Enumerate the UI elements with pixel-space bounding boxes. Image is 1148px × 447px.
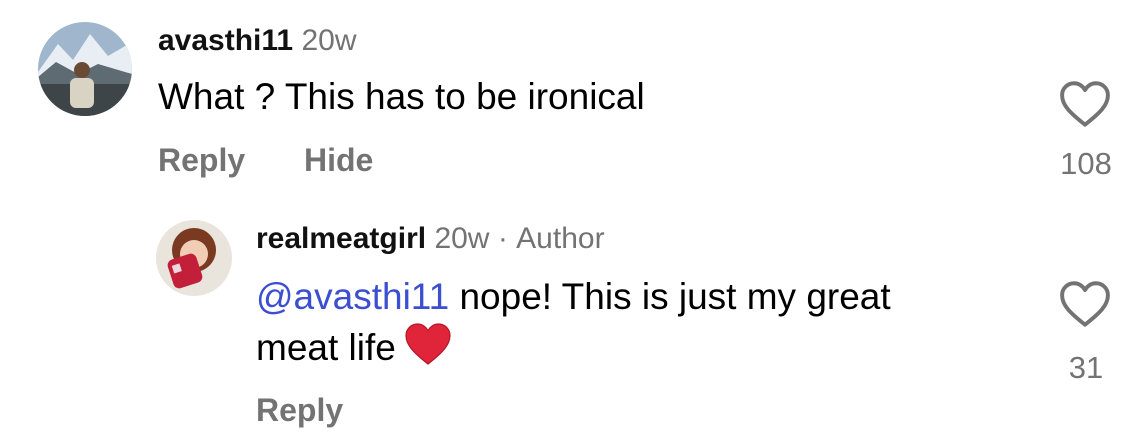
comment-text: What ? This has to be ironical <box>158 76 645 117</box>
comment-text-part: nope! This is just my great <box>449 276 891 317</box>
timestamp: 20w <box>301 24 357 57</box>
username-text[interactable]: realmeatgirl <box>256 222 426 255</box>
comment-thread: avasthi11 20w What ? This has to be iron… <box>0 0 1148 447</box>
heart-outline-icon[interactable] <box>1058 80 1112 133</box>
comment-text-line-1: @avasthi11 nope! This is just my great <box>256 272 891 322</box>
comment-text-part: meat life <box>256 327 396 368</box>
author-badge: Author <box>516 222 605 255</box>
reply-button[interactable]: Reply <box>256 392 343 429</box>
username-text[interactable]: avasthi11 <box>158 24 293 57</box>
red-heart-emoji <box>404 322 452 379</box>
separator-dot: · <box>497 222 508 255</box>
comment-text: @avasthi11 nope! This is just my great m… <box>256 272 891 379</box>
like-count: 108 <box>1060 146 1112 181</box>
avatar[interactable] <box>156 220 232 296</box>
heart-outline-icon[interactable] <box>1058 280 1112 333</box>
comment-username[interactable]: avasthi11 20w <box>158 24 357 58</box>
comment-text-line-2: meat life <box>256 322 891 379</box>
comment-username[interactable]: realmeatgirl 20w · Author <box>256 222 605 256</box>
avatar[interactable] <box>38 22 132 116</box>
like-count: 31 <box>1068 350 1104 385</box>
reply-button[interactable]: Reply <box>158 142 245 179</box>
mention-link[interactable]: @avasthi11 <box>256 276 449 317</box>
timestamp: 20w <box>434 222 490 255</box>
hide-button[interactable]: Hide <box>304 142 373 179</box>
